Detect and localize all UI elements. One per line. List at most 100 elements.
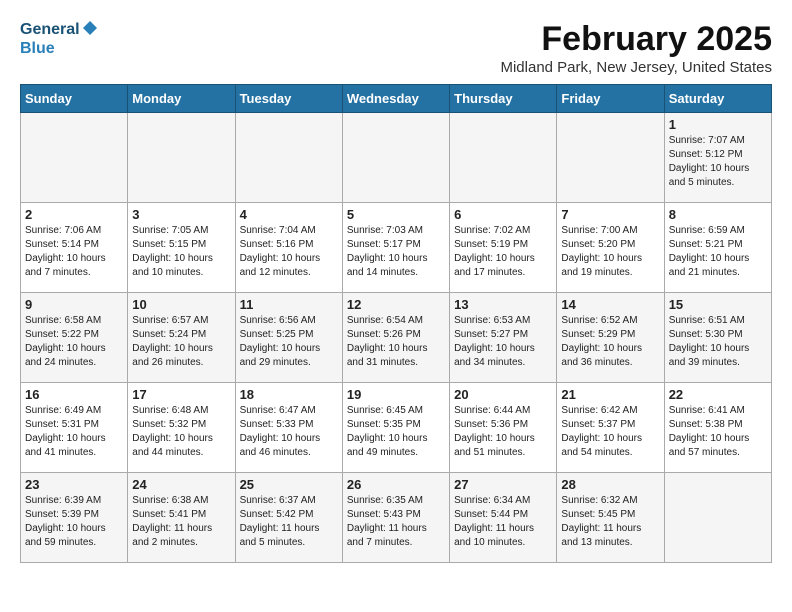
day-number: 12 [347, 297, 445, 312]
calendar-cell: 15Sunrise: 6:51 AM Sunset: 5:30 PM Dayli… [664, 293, 771, 383]
calendar-cell: 3Sunrise: 7:05 AM Sunset: 5:15 PM Daylig… [128, 203, 235, 293]
header-tuesday: Tuesday [235, 85, 342, 113]
day-info: Sunrise: 6:59 AM Sunset: 5:21 PM Dayligh… [669, 224, 767, 280]
day-info: Sunrise: 6:32 AM Sunset: 5:45 PM Dayligh… [561, 494, 659, 550]
calendar-row-2: 2 Sunrise: 7:06 AM Sunset: 5:14 PM Daylig… [21, 203, 772, 293]
calendar-cell: 8Sunrise: 6:59 AM Sunset: 5:21 PM Daylig… [664, 203, 771, 293]
day-number: 21 [561, 387, 659, 402]
logo-icon [82, 20, 98, 36]
calendar-title-area: February 2025 Midland Park, New Jersey, … [500, 20, 772, 76]
calendar-cell: 19 Sunrise: 6:45 AM Sunset: 5:35 PM Dayli… [342, 383, 449, 473]
day-info: Sunrise: 6:34 AM Sunset: 5:44 PM Dayligh… [454, 494, 552, 550]
day-info: Sunrise: 6:45 AM Sunset: 5:35 PM Dayligh… [347, 404, 445, 460]
day-info: Sunrise: 6:56 AM Sunset: 5:25 PM Dayligh… [240, 314, 338, 370]
header-thursday: Thursday [450, 85, 557, 113]
day-info: Sunrise: 6:53 AM Sunset: 5:27 PM Dayligh… [454, 314, 552, 370]
calendar-title: February 2025 [500, 20, 772, 59]
calendar-cell: 9 Sunrise: 6:58 AM Sunset: 5:22 PM Daylig… [21, 293, 128, 383]
day-number: 24 [132, 477, 230, 492]
day-number: 22 [669, 387, 767, 402]
day-number: 26 [347, 477, 445, 492]
day-info: Sunrise: 7:06 AM Sunset: 5:14 PM Dayligh… [25, 224, 123, 280]
calendar-cell: 4 Sunrise: 7:04 AM Sunset: 5:16 PM Daylig… [235, 203, 342, 293]
day-number: 1 [669, 117, 767, 132]
calendar-cell [450, 113, 557, 203]
header-saturday: Saturday [664, 85, 771, 113]
calendar-cell: 25 Sunrise: 6:37 AM Sunset: 5:42 PM Dayli… [235, 473, 342, 563]
calendar-row-1: 1 Sunrise: 7:07 AM Sunset: 5:12 PM Daylig… [21, 113, 772, 203]
calendar-cell: 13 Sunrise: 6:53 AM Sunset: 5:27 PM Dayli… [450, 293, 557, 383]
calendar-cell: 14Sunrise: 6:52 AM Sunset: 5:29 PM Dayli… [557, 293, 664, 383]
day-info: Sunrise: 7:04 AM Sunset: 5:16 PM Dayligh… [240, 224, 338, 280]
calendar-cell [128, 113, 235, 203]
day-number: 28 [561, 477, 659, 492]
calendar-cell: 24 Sunrise: 6:38 AM Sunset: 5:41 PM Dayli… [128, 473, 235, 563]
calendar-cell: 11Sunrise: 6:56 AM Sunset: 5:25 PM Dayli… [235, 293, 342, 383]
day-info: Sunrise: 6:57 AM Sunset: 5:24 PM Dayligh… [132, 314, 230, 370]
day-number: 20 [454, 387, 552, 402]
calendar-cell: 10 Sunrise: 6:57 AM Sunset: 5:24 PM Dayli… [128, 293, 235, 383]
day-number: 2 [25, 207, 123, 222]
day-info: Sunrise: 6:38 AM Sunset: 5:41 PM Dayligh… [132, 494, 230, 550]
calendar-cell: 12 Sunrise: 6:54 AM Sunset: 5:26 PM Dayli… [342, 293, 449, 383]
logo-text: General Blue [20, 20, 98, 58]
calendar-cell: 18 Sunrise: 6:47 AM Sunset: 5:33 PM Dayli… [235, 383, 342, 473]
calendar-row-3: 9 Sunrise: 6:58 AM Sunset: 5:22 PM Daylig… [21, 293, 772, 383]
day-number: 23 [25, 477, 123, 492]
day-number: 4 [240, 207, 338, 222]
day-info: Sunrise: 7:00 AM Sunset: 5:20 PM Dayligh… [561, 224, 659, 280]
day-info: Sunrise: 7:07 AM Sunset: 5:12 PM Dayligh… [669, 134, 767, 190]
day-number: 13 [454, 297, 552, 312]
page-header: General Blue February 2025 Midland Park,… [20, 20, 772, 76]
calendar-cell: 16Sunrise: 6:49 AM Sunset: 5:31 PM Dayli… [21, 383, 128, 473]
calendar-cell: 20 Sunrise: 6:44 AM Sunset: 5:36 PM Dayli… [450, 383, 557, 473]
day-number: 17 [132, 387, 230, 402]
day-info: Sunrise: 6:41 AM Sunset: 5:38 PM Dayligh… [669, 404, 767, 460]
weekday-header-row: Sunday Monday Tuesday Wednesday Thursday… [21, 85, 772, 113]
calendar-cell [342, 113, 449, 203]
day-number: 18 [240, 387, 338, 402]
day-info: Sunrise: 6:37 AM Sunset: 5:42 PM Dayligh… [240, 494, 338, 550]
day-info: Sunrise: 6:48 AM Sunset: 5:32 PM Dayligh… [132, 404, 230, 460]
day-info: Sunrise: 6:39 AM Sunset: 5:39 PM Dayligh… [25, 494, 123, 550]
calendar-cell: 5Sunrise: 7:03 AM Sunset: 5:17 PM Daylig… [342, 203, 449, 293]
calendar-cell [664, 473, 771, 563]
day-number: 14 [561, 297, 659, 312]
day-info: Sunrise: 7:02 AM Sunset: 5:19 PM Dayligh… [454, 224, 552, 280]
day-number: 3 [132, 207, 230, 222]
day-info: Sunrise: 6:58 AM Sunset: 5:22 PM Dayligh… [25, 314, 123, 370]
logo-general: General [20, 21, 80, 38]
logo: General Blue [20, 20, 98, 58]
header-sunday: Sunday [21, 85, 128, 113]
day-number: 9 [25, 297, 123, 312]
day-info: Sunrise: 6:54 AM Sunset: 5:26 PM Dayligh… [347, 314, 445, 370]
day-number: 25 [240, 477, 338, 492]
calendar-cell: 7Sunrise: 7:00 AM Sunset: 5:20 PM Daylig… [557, 203, 664, 293]
calendar-cell [235, 113, 342, 203]
calendar-row-5: 23 Sunrise: 6:39 AM Sunset: 5:39 PM Dayli… [21, 473, 772, 563]
day-info: Sunrise: 6:42 AM Sunset: 5:37 PM Dayligh… [561, 404, 659, 460]
calendar-cell: 21 Sunrise: 6:42 AM Sunset: 5:37 PM Dayli… [557, 383, 664, 473]
day-info: Sunrise: 6:47 AM Sunset: 5:33 PM Dayligh… [240, 404, 338, 460]
day-number: 15 [669, 297, 767, 312]
calendar-cell [557, 113, 664, 203]
day-number: 19 [347, 387, 445, 402]
calendar-subtitle: Midland Park, New Jersey, United States [500, 59, 772, 76]
calendar-cell: 1 Sunrise: 7:07 AM Sunset: 5:12 PM Daylig… [664, 113, 771, 203]
calendar-cell: 23 Sunrise: 6:39 AM Sunset: 5:39 PM Dayli… [21, 473, 128, 563]
header-wednesday: Wednesday [342, 85, 449, 113]
calendar-cell [21, 113, 128, 203]
calendar-cell: 28 Sunrise: 6:32 AM Sunset: 5:45 PM Dayli… [557, 473, 664, 563]
header-friday: Friday [557, 85, 664, 113]
day-number: 10 [132, 297, 230, 312]
day-number: 27 [454, 477, 552, 492]
calendar-cell: 2 Sunrise: 7:06 AM Sunset: 5:14 PM Daylig… [21, 203, 128, 293]
day-info: Sunrise: 6:44 AM Sunset: 5:36 PM Dayligh… [454, 404, 552, 460]
day-number: 6 [454, 207, 552, 222]
calendar-table: Sunday Monday Tuesday Wednesday Thursday… [20, 84, 772, 563]
calendar-cell: 22 Sunrise: 6:41 AM Sunset: 5:38 PM Dayli… [664, 383, 771, 473]
day-number: 16 [25, 387, 123, 402]
day-number: 5 [347, 207, 445, 222]
calendar-row-4: 16Sunrise: 6:49 AM Sunset: 5:31 PM Dayli… [21, 383, 772, 473]
calendar-cell: 26Sunrise: 6:35 AM Sunset: 5:43 PM Dayli… [342, 473, 449, 563]
